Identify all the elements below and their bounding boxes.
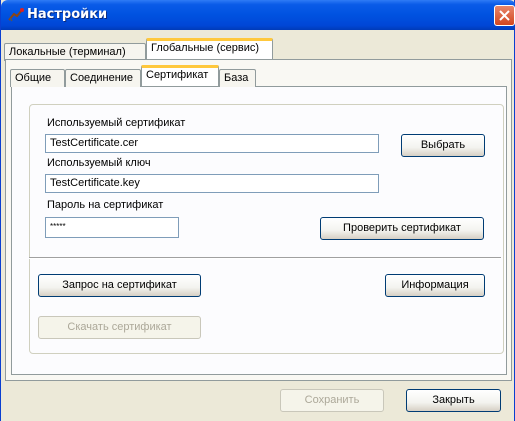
- close-icon: [499, 10, 510, 21]
- tab-label: Глобальные (сервис): [151, 42, 260, 54]
- password-label: Пароль на сертификат: [47, 199, 164, 211]
- close-button[interactable]: Закрыть: [406, 389, 501, 412]
- window-title: Настройки: [27, 7, 108, 22]
- close-window-button[interactable]: [494, 5, 515, 26]
- settings-window: Настройки Локальные (терминал) Глобальны…: [0, 0, 515, 421]
- certificate-field[interactable]: TestCertificate.cer: [45, 134, 379, 153]
- tab-connection[interactable]: Соединение: [65, 69, 141, 87]
- tab-label: База: [224, 72, 249, 84]
- download-certificate-button[interactable]: Скачать сертификат: [38, 316, 201, 339]
- tab-general[interactable]: Общие: [10, 69, 65, 87]
- info-button[interactable]: Информация: [385, 274, 485, 297]
- tab-database[interactable]: База: [219, 69, 256, 87]
- request-certificate-button[interactable]: Запрос на сертификат: [38, 274, 201, 297]
- tab-label: Сертификат: [146, 69, 209, 81]
- key-field[interactable]: TestCertificate.key: [45, 174, 379, 193]
- title-bar[interactable]: Настройки: [1, 0, 515, 30]
- choose-button[interactable]: Выбрать: [401, 134, 485, 157]
- app-icon: [8, 8, 24, 22]
- separator: [29, 257, 501, 259]
- password-field[interactable]: *****: [45, 217, 179, 238]
- save-button[interactable]: Сохранить: [280, 389, 384, 412]
- key-label: Используемый ключ: [47, 157, 151, 169]
- certificate-label: Используемый сертификат: [47, 117, 186, 129]
- tab-label: Соединение: [70, 72, 134, 84]
- check-certificate-button[interactable]: Проверить сертификат: [320, 217, 484, 240]
- tab-certificate[interactable]: Сертификат: [141, 65, 219, 86]
- tab-label: Локальные (терминал): [9, 46, 126, 58]
- tab-label: Общие: [15, 72, 52, 84]
- tab-global-service[interactable]: Глобальные (сервис): [146, 38, 273, 59]
